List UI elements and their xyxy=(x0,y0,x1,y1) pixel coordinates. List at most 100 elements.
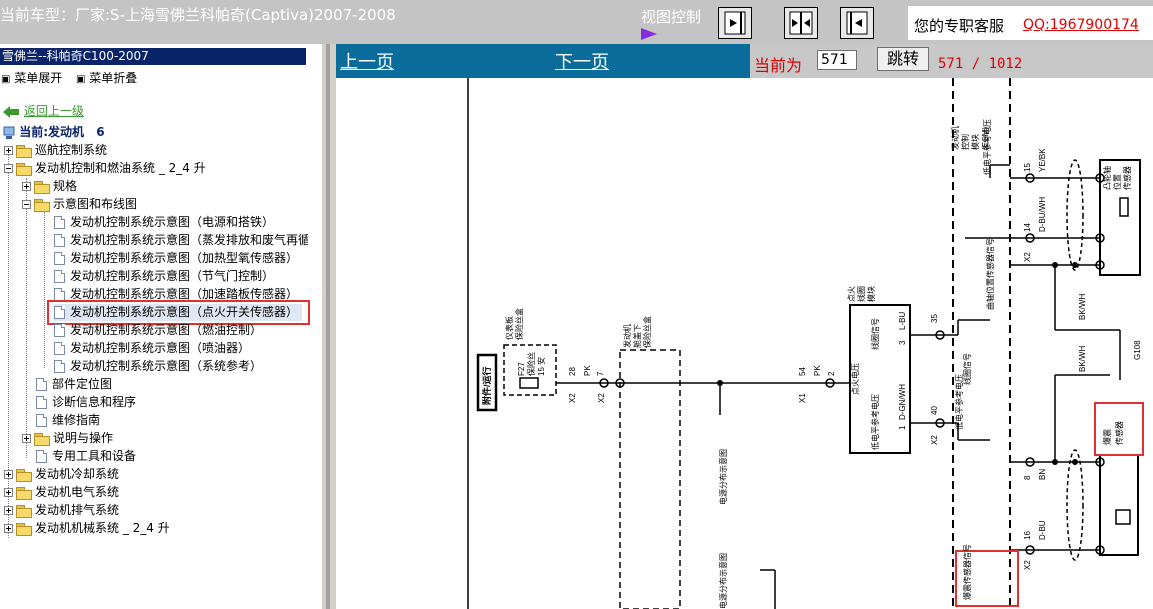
jump-button[interactable]: 跳转 xyxy=(877,47,929,71)
tree-item-label: 发动机控制系统示意图（节气门控制） xyxy=(70,269,275,283)
fuse-box-label-1: 仪表板 xyxy=(504,316,514,340)
view-expand-right-button[interactable] xyxy=(718,7,752,39)
ecm-label-1: 发动机 xyxy=(950,126,960,150)
folder-icon xyxy=(34,180,50,194)
tree-item-description[interactable]: 说明与操作 xyxy=(22,430,113,447)
wire-2-label: 2 xyxy=(827,371,836,376)
tree-item-label: 发动机控制系统示意图（蒸发排放和废气再循 xyxy=(70,233,308,247)
folder-icon xyxy=(16,144,32,158)
tree-item-label: 发动机控制和燃油系统 _ 2_4 升 xyxy=(35,161,206,175)
service-qq-link[interactable]: QQ:1967900174 xyxy=(1023,17,1139,33)
page-icon xyxy=(54,342,65,355)
menu-expand-button[interactable]: ▣ 菜单展开 xyxy=(1,69,62,86)
wire-bn-label: BN xyxy=(1038,469,1047,480)
panel-left-icon xyxy=(846,11,868,35)
page-icon xyxy=(54,324,65,337)
page-icon xyxy=(36,450,47,463)
wire-bkwh-label-2: BK/WH xyxy=(1078,346,1087,372)
menu-collapse-button[interactable]: ▣ 菜单折叠 xyxy=(76,69,137,86)
connector-x2-label: X2 xyxy=(597,393,606,403)
tree-item-diagnostics[interactable]: 诊断信息和程序 xyxy=(36,394,136,411)
tree-item-mechanical[interactable]: 发动机机械系统 _ 2_4 升 xyxy=(4,520,170,537)
tree-item-schematic-evap[interactable]: 发动机控制系统示意图（蒸发排放和废气再循 xyxy=(54,232,308,249)
wire-1-label: 1 xyxy=(898,425,907,430)
tree-item-cruise[interactable]: 巡航控制系统 xyxy=(4,142,107,159)
wire-8-label: 8 xyxy=(1023,475,1032,480)
wire-15-label: 15 xyxy=(1023,163,1032,172)
folder-icon xyxy=(16,486,32,500)
folder-icon xyxy=(34,432,50,446)
connector-x1-label: X1 xyxy=(798,393,807,403)
tree-item-schematic-injector[interactable]: 发动机控制系统示意图（喷油器） xyxy=(54,340,250,357)
tree-item-repair[interactable]: 维修指南 xyxy=(36,412,100,429)
eng-fuse-label-3: 保险丝盒 xyxy=(642,316,652,348)
view-expand-left-button[interactable] xyxy=(840,7,874,39)
current-node-num: 6 xyxy=(96,125,105,139)
tree-item-schematics[interactable]: 示意图和布线图 xyxy=(22,196,137,213)
coil-module-label-1: 点火 xyxy=(847,286,856,302)
plus-icon xyxy=(22,434,31,443)
connector-x2-label: X2 xyxy=(568,393,577,403)
tree-item-schematic-fuel[interactable]: 发动机控制系统示意图（燃油控制） xyxy=(54,322,262,339)
tree-item-specs[interactable]: 规格 xyxy=(22,178,77,195)
coil-signal-label: 线圈信号 xyxy=(870,318,880,350)
wire-14-label: 14 xyxy=(1023,223,1032,232)
plus-icon xyxy=(4,146,13,155)
tree-item-exhaust[interactable]: 发动机排气系统 xyxy=(4,502,119,519)
coil-module-label-3: 模块 xyxy=(866,286,876,302)
tree-item-schematic-o2[interactable]: 发动机控制系统示意图（加热型氧传感器） xyxy=(54,250,298,267)
page-icon xyxy=(36,378,47,391)
page-number-input[interactable]: 571 xyxy=(817,50,857,70)
tree-item-label: 示意图和布线图 xyxy=(53,197,138,211)
nav-bar-blue xyxy=(336,44,750,78)
wire-7-label: 7 xyxy=(596,371,605,376)
wire-16-label: 16 xyxy=(1023,531,1032,540)
folder-icon xyxy=(16,522,32,536)
tree-item-label: 发动机排气系统 xyxy=(35,503,120,517)
wire-pk-label: PK xyxy=(813,365,822,376)
minus-icon xyxy=(22,200,31,209)
tree-item-label: 发动机控制系统示意图（系统参考） xyxy=(70,359,263,373)
current-page-label: 当前为 xyxy=(754,56,803,75)
wire-lbu-label: L-BU xyxy=(898,312,907,330)
tree-item-schematic-throttle[interactable]: 发动机控制系统示意图（节气门控制） xyxy=(54,268,274,285)
fuse-f27-label: F27 xyxy=(517,362,526,376)
connector-x2-label: X2 xyxy=(1023,252,1032,262)
knock-signal-label: 爆震传感器信号 xyxy=(962,544,972,600)
next-page-link[interactable]: 下一页 xyxy=(555,48,609,74)
wire-bkwh-label: BK/WH xyxy=(1078,294,1087,320)
wire-54-label: 54 xyxy=(798,367,807,376)
diagram-viewer: 附件/运行 仪表板 保险丝盒 F27 保险丝 15 安 28 PK 7 X2 X… xyxy=(336,78,1153,609)
page-icon xyxy=(54,216,65,229)
connector-x2-label: X2 xyxy=(930,435,939,445)
tree-item-tools[interactable]: 专用工具和设备 xyxy=(36,448,136,465)
wire-40-label: 40 xyxy=(930,406,939,415)
tree-item-label: 发动机控制系统示意图（喷油器） xyxy=(70,341,251,355)
coil-module-label-2: 线圈 xyxy=(856,286,866,302)
tree-item-label: 巡航控制系统 xyxy=(35,143,108,157)
current-node-label: 当前:发动机 xyxy=(19,125,84,139)
wire-dbuwh-label: D-BU/WH xyxy=(1038,197,1047,232)
tree-guide-line xyxy=(26,178,27,458)
pane-splitter[interactable] xyxy=(322,44,336,609)
panel-right-icon xyxy=(724,11,746,35)
cam-signal-label: 曲轴位置传感器信号 xyxy=(985,238,995,310)
tree-item-cooling[interactable]: 发动机冷却系统 xyxy=(4,466,119,483)
view-split-button[interactable] xyxy=(784,7,818,39)
tree-item-schematic-power[interactable]: 发动机控制系统示意图（电源和搭铁） xyxy=(54,214,274,231)
back-button[interactable]: 返回上一级 xyxy=(3,103,84,120)
page-icon xyxy=(54,270,65,283)
panel-split-icon xyxy=(789,11,813,35)
tree-item-electrical[interactable]: 发动机电气系统 xyxy=(4,484,119,501)
folder-icon xyxy=(34,198,50,212)
prev-page-link[interactable]: 上一页 xyxy=(340,48,394,74)
low-ref-label-2: 低电平参考电压 xyxy=(954,374,964,430)
tree-item-engine-control[interactable]: 发动机控制和燃油系统 _ 2_4 升 xyxy=(4,160,206,177)
tree-item-label: 发动机控制系统示意图（燃油控制） xyxy=(70,323,263,337)
tree-item-schematic-reference[interactable]: 发动机控制系统示意图（系统参考） xyxy=(54,358,262,375)
power-dist-label-2: 电源分布示意图 xyxy=(718,553,728,609)
tree-item-label: 发动机冷却系统 xyxy=(35,467,120,481)
fuse-rating-label: 15 安 xyxy=(536,357,546,376)
wire-28-label: 28 xyxy=(568,367,577,376)
tree-item-locations[interactable]: 部件定位图 xyxy=(36,376,112,393)
